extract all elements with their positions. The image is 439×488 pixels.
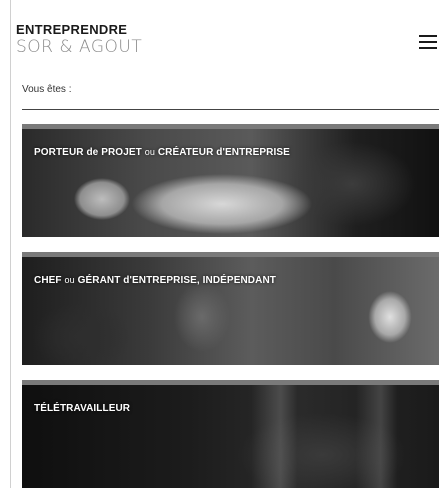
card-title-part: TÉLÉTRAVAILLEUR <box>34 403 131 414</box>
card-background-image <box>22 129 439 237</box>
logo-line-2: SOR & AGOUT <box>16 37 143 57</box>
card-title-part: PORTEUR de PROJET <box>34 147 145 158</box>
site-logo[interactable]: ENTREPRENDRE SOR & AGOUT <box>16 22 142 57</box>
page: ENTREPRENDRE SOR & AGOUT Vous êtes : POR… <box>0 0 439 488</box>
menu-bar <box>419 35 437 37</box>
card-title: PORTEUR de PROJET ou CRÉATEUR d'ENTREPRI… <box>34 147 290 158</box>
card-title-part: CHEF <box>34 275 65 286</box>
card-background-image <box>22 257 439 365</box>
profile-prompt: Vous êtes : <box>22 84 72 95</box>
profile-card-teletravailleur[interactable]: TÉLÉTRAVAILLEUR <box>22 380 439 488</box>
card-title-part: CRÉATEUR d'ENTREPRISE <box>154 147 290 158</box>
hamburger-menu-icon[interactable] <box>419 35 437 51</box>
card-title: CHEF ou GÉRANT d'ENTREPRISE, INDÉPENDANT <box>34 275 276 286</box>
card-background-image <box>22 385 439 488</box>
card-title-part: GÉRANT d'ENTREPRISE, INDÉPENDANT <box>74 275 276 286</box>
left-divider <box>10 0 11 488</box>
profile-card-chef-entreprise[interactable]: CHEF ou GÉRANT d'ENTREPRISE, INDÉPENDANT <box>22 252 439 365</box>
profile-card-porteur-projet[interactable]: PORTEUR de PROJET ou CRÉATEUR d'ENTREPRI… <box>22 124 439 237</box>
menu-bar <box>419 47 437 49</box>
card-title-connector: ou <box>144 147 155 157</box>
card-title-connector: ou <box>64 275 75 285</box>
card-title: TÉLÉTRAVAILLEUR <box>34 403 130 414</box>
menu-bar <box>419 41 437 43</box>
logo-line-1: ENTREPRENDRE <box>16 22 128 37</box>
profile-divider <box>22 109 439 110</box>
